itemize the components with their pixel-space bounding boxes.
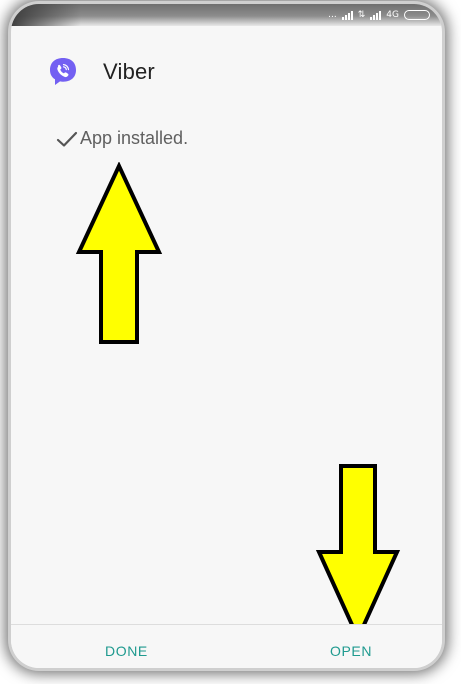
done-button[interactable]: DONE — [105, 643, 148, 659]
app-header: Viber — [47, 56, 155, 88]
status-bar: ... ⇅ 4G — [11, 4, 442, 26]
status-icons: ... ⇅ 4G — [328, 8, 430, 22]
open-button[interactable]: OPEN — [330, 643, 372, 659]
action-bar: DONE OPEN — [11, 624, 442, 668]
more-dots: ... — [328, 10, 337, 20]
data-transfer-icon: ⇅ — [357, 10, 366, 20]
app-name: Viber — [103, 59, 155, 84]
install-status-text: App installed. — [80, 128, 189, 148]
viber-logo-icon — [50, 58, 76, 85]
check-icon — [56, 131, 78, 147]
signal-icon — [341, 10, 353, 20]
down-arrow-annotation — [315, 464, 401, 642]
status-bar-shade — [11, 4, 81, 26]
phone-screen: ... ⇅ 4G Viber App installed. DONE OPEN — [11, 4, 442, 668]
signal-icon-2 — [370, 10, 382, 20]
up-arrow-annotation — [75, 162, 163, 344]
network-type-label: 4G — [386, 10, 399, 20]
battery-icon — [404, 10, 430, 20]
install-status: App installed. — [56, 128, 188, 149]
